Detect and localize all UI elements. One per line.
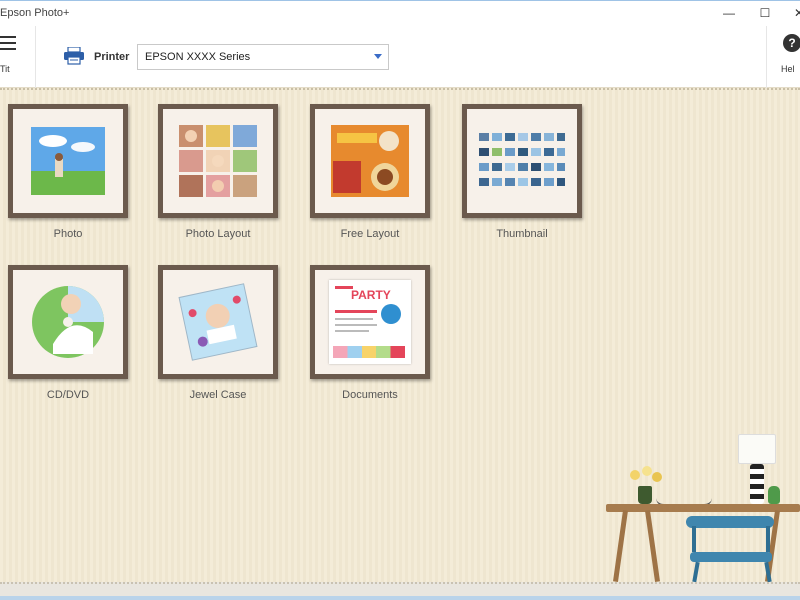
help-label: Hel: [781, 64, 795, 74]
help-icon: ?: [783, 34, 800, 52]
flower: [630, 470, 640, 480]
status-strip: [0, 582, 800, 600]
frame: PARTY: [310, 265, 430, 379]
frame: [8, 265, 128, 379]
frame: [8, 104, 128, 218]
maximize-button[interactable]: ☐: [756, 4, 774, 22]
tile-label: Documents: [342, 389, 398, 401]
chair-seat: [690, 552, 772, 562]
frame: [158, 265, 278, 379]
printer-select-value: EPSON XXXX Series: [145, 51, 251, 63]
flower: [652, 472, 662, 482]
frame: [158, 104, 278, 218]
thumbnail-thumbnail: [479, 133, 565, 186]
printer-select[interactable]: EPSON XXXX Series: [137, 44, 389, 70]
photo-layout-thumbnail: [179, 125, 257, 197]
lamp-base: [750, 464, 764, 504]
lamp-shade: [738, 434, 776, 464]
hamburger-icon: [0, 36, 16, 54]
chevron-down-icon: [374, 54, 382, 59]
window-border: [0, 596, 800, 600]
cd-dvd-thumbnail: [32, 286, 104, 358]
title-bar: Epson Photo+ — ☐ ✕: [0, 0, 800, 26]
documents-thumbnail: PARTY: [329, 280, 411, 364]
minimize-button[interactable]: —: [720, 4, 738, 22]
chair-leg: [766, 526, 770, 552]
desk-top: [606, 504, 800, 512]
tile-label: Jewel Case: [189, 389, 247, 401]
tile-label: CD/DVD: [46, 389, 90, 401]
free-layout-thumbnail: [331, 125, 409, 197]
tile-label: Photo Layout: [185, 228, 251, 240]
bottle: [768, 486, 780, 504]
vase: [638, 486, 652, 504]
toolbar: Tit Printer EPSON XXXX Series ? Hel: [0, 26, 800, 88]
jewel-case-thumbnail: [178, 283, 258, 361]
menu-button[interactable]: Tit: [0, 26, 36, 88]
documents-thumb-title: PARTY: [351, 288, 391, 302]
printer-icon: [64, 47, 84, 65]
tile-label: Photo: [53, 228, 83, 240]
help-button[interactable]: ? Hel: [766, 26, 800, 88]
flower: [642, 466, 652, 476]
chair-leg: [692, 526, 696, 552]
frame: [462, 104, 582, 218]
printer-label: Printer: [94, 51, 130, 63]
tile-label: Thumbnail: [496, 228, 548, 240]
tile-label: Free Layout: [340, 228, 400, 240]
window-title: Epson Photo+: [0, 7, 70, 19]
photo-thumbnail: [31, 127, 105, 195]
frame: [310, 104, 430, 218]
chair-back: [686, 516, 774, 528]
menu-label: Tit: [0, 64, 10, 74]
close-button[interactable]: ✕: [790, 4, 800, 22]
wall-border: [0, 88, 800, 91]
